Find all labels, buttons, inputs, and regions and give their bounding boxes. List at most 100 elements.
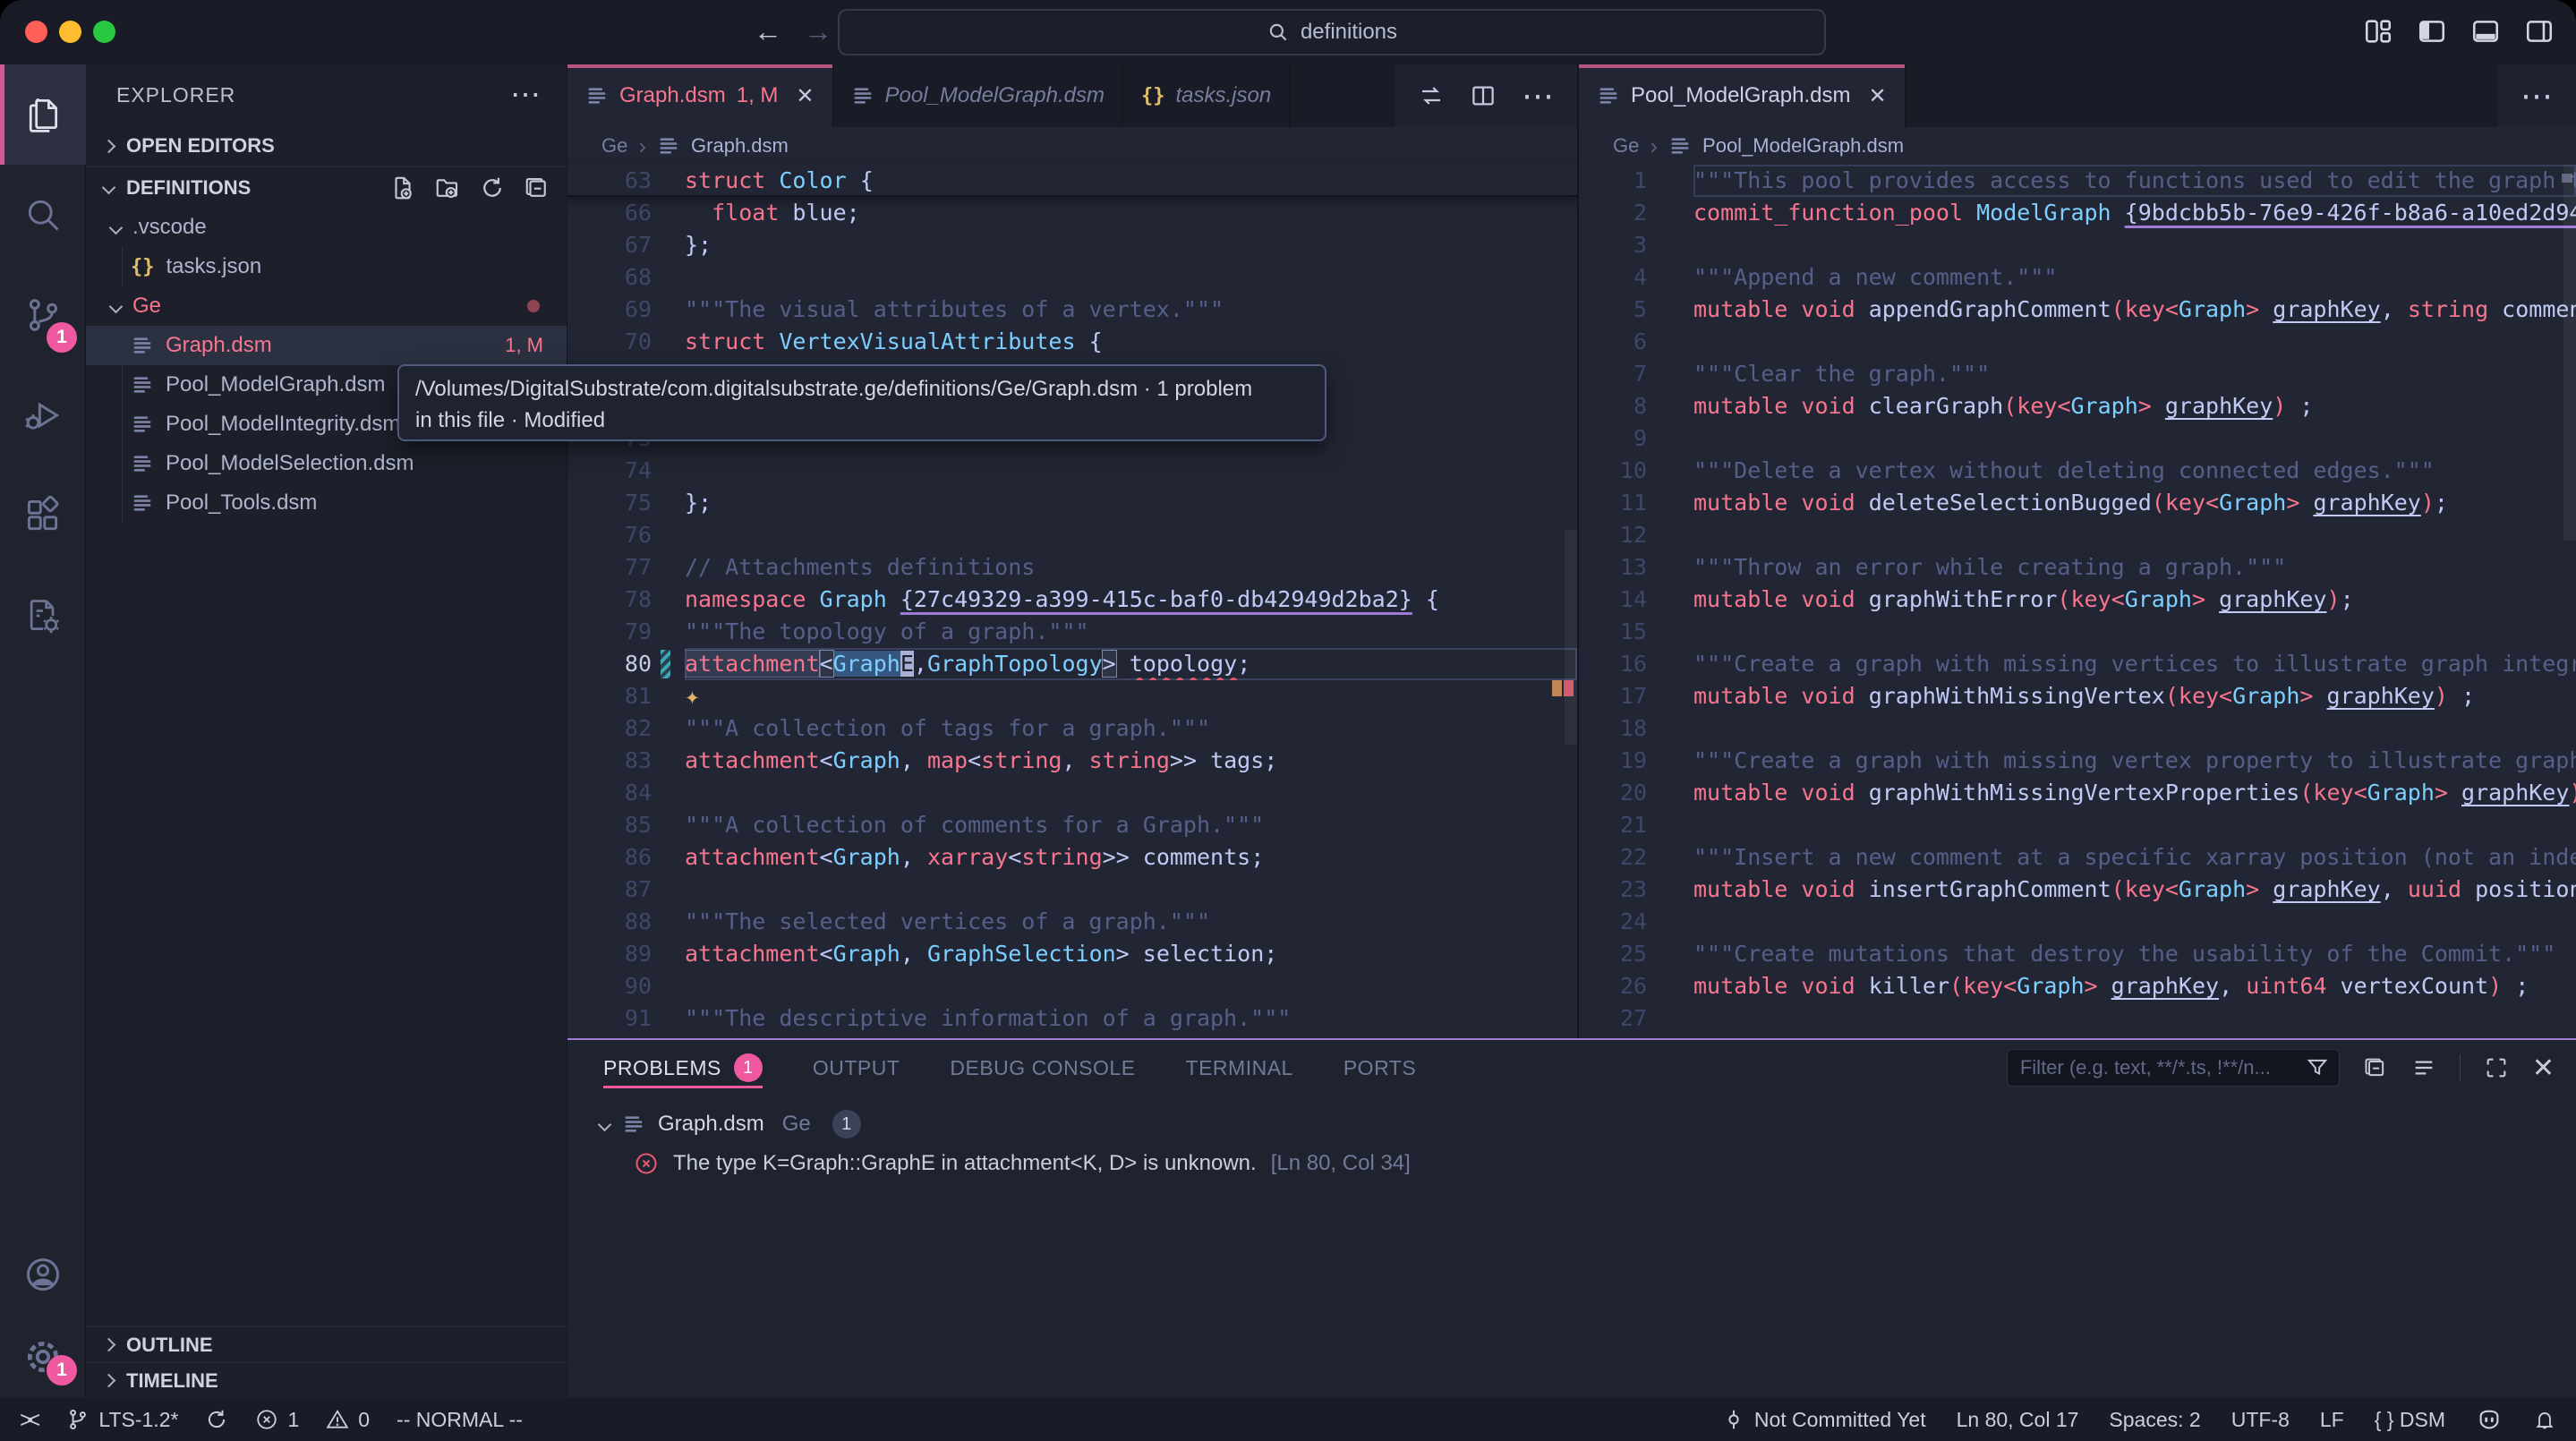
code-line-9[interactable]: 9 — [1579, 422, 2576, 455]
more-actions-icon[interactable]: ⋯ — [2521, 91, 2553, 100]
code-line-81[interactable]: 81✦ — [567, 680, 1577, 712]
code-line-87[interactable]: 87 — [567, 874, 1577, 906]
extensions-activity-icon[interactable] — [0, 465, 86, 566]
view-as-table-icon[interactable] — [2411, 1055, 2436, 1080]
code-line-66[interactable]: 66 float blue; — [567, 197, 1577, 229]
close-tab-icon[interactable]: ✕ — [1868, 83, 1886, 109]
breadcrumb-item-ge[interactable]: Ge — [1613, 134, 1639, 158]
code-line-77[interactable]: 77// Attachments definitions — [567, 551, 1577, 584]
sticky-scroll-line[interactable]: 63struct Color { — [567, 165, 1577, 197]
code-line-19[interactable]: 19"""Create a graph with missing vertex … — [1579, 745, 2576, 777]
explorer-more-actions-icon[interactable]: ⋯ — [510, 86, 542, 104]
status-remote-indicator[interactable]: >< — [20, 1406, 39, 1434]
tree-item-vscode[interactable]: .vscode — [86, 208, 567, 247]
tree-item-pool-modelselection-dsm[interactable]: Pool_ModelSelection.dsm — [86, 444, 567, 483]
collapse-all-icon[interactable] — [524, 175, 550, 201]
toggle-secondary-sidebar-icon[interactable] — [2524, 16, 2555, 47]
status-warning-count[interactable]: 0 — [326, 1408, 370, 1432]
close-tab-icon[interactable]: ✕ — [796, 83, 814, 109]
timeline-section[interactable]: TIMELINE — [86, 1362, 567, 1398]
code-line-68[interactable]: 68 — [567, 261, 1577, 294]
panel-tab-debug-console[interactable]: DEBUG CONSOLE — [950, 1040, 1135, 1096]
code-line-85[interactable]: 85"""A collection of comments for a Grap… — [567, 809, 1577, 841]
code-editor-pool-modelgraph-dsm[interactable]: 1"""This pool provides access to functio… — [1579, 165, 2576, 1038]
code-line-76[interactable]: 76 — [567, 519, 1577, 551]
macos-minimize-button[interactable] — [59, 21, 81, 43]
status-commit-status[interactable]: Not Committed Yet — [1722, 1408, 1926, 1432]
code-line-27[interactable]: 27 — [1579, 1002, 2576, 1035]
tab-tasks-json[interactable]: {}tasks.json — [1123, 64, 1290, 127]
code-line-25[interactable]: 25"""Create mutations that destroy the u… — [1579, 938, 2576, 970]
status-cursor-position[interactable]: Ln 80, Col 17 — [1957, 1408, 2079, 1432]
source-control-activity-icon[interactable]: 1 — [0, 265, 86, 365]
editor-scrollbar[interactable] — [2563, 165, 2576, 541]
tree-item-ge[interactable]: Ge — [86, 286, 567, 326]
code-line-26[interactable]: 26mutable void killer(key<Graph> graphKe… — [1579, 970, 2576, 1002]
breadcrumb-item-pool-modelgraph-dsm[interactable]: Pool_ModelGraph.dsm — [1702, 134, 1904, 158]
code-editor-graph-dsm[interactable]: 66 float blue;67};6869"""The visual attr… — [567, 197, 1577, 1038]
status-error-count[interactable]: 1 — [255, 1408, 299, 1432]
code-line-3[interactable]: 3 — [1579, 229, 2576, 261]
code-line-89[interactable]: 89attachment<Graph, GraphSelection> sele… — [567, 938, 1577, 970]
code-line-78[interactable]: 78namespace Graph {27c49329-a399-415c-ba… — [567, 584, 1577, 616]
new-folder-icon[interactable] — [434, 175, 461, 201]
breadcrumb[interactable]: Ge›Graph.dsm — [567, 127, 1577, 165]
dsm-tools-activity-icon[interactable] — [0, 566, 86, 666]
panel-tab-terminal[interactable]: TERMINAL — [1186, 1040, 1293, 1096]
code-line-16[interactable]: 16"""Create a graph with missing vertice… — [1579, 648, 2576, 680]
status-git-branch[interactable]: LTS-1.2* — [66, 1408, 178, 1432]
maximize-panel-icon[interactable] — [2484, 1055, 2509, 1080]
code-line-18[interactable]: 18 — [1579, 712, 2576, 745]
run-debug-activity-icon[interactable] — [0, 365, 86, 465]
code-line-17[interactable]: 17mutable void graphWithMissingVertex(ke… — [1579, 680, 2576, 712]
close-panel-icon[interactable]: ✕ — [2532, 1053, 2555, 1084]
status-copilot[interactable] — [2476, 1406, 2503, 1433]
code-line-75[interactable]: 75}; — [567, 487, 1577, 519]
status-notifications[interactable] — [2533, 1408, 2556, 1431]
code-line-10[interactable]: 10"""Delete a vertex without deleting co… — [1579, 455, 2576, 487]
search-activity-icon[interactable] — [0, 165, 86, 265]
code-line-21[interactable]: 21 — [1579, 809, 2576, 841]
status-sync-status[interactable] — [205, 1408, 228, 1431]
code-line-20[interactable]: 20mutable void graphWithMissingVertexPro… — [1579, 777, 2576, 809]
code-line-24[interactable]: 24 — [1579, 906, 2576, 938]
tab-graph-dsm[interactable]: Graph.dsm1, M✕ — [567, 64, 833, 127]
code-line-15[interactable]: 15 — [1579, 616, 2576, 648]
problems-filter-input[interactable] — [2007, 1049, 2340, 1087]
settings-activity-icon[interactable]: 1 — [0, 1316, 86, 1398]
editor-scrollbar[interactable] — [1565, 530, 1577, 745]
code-line-7[interactable]: 7"""Clear the graph.""" — [1579, 358, 2576, 390]
code-line-12[interactable]: 12 — [1579, 519, 2576, 551]
panel-tab-ports[interactable]: PORTS — [1343, 1040, 1416, 1096]
code-line-11[interactable]: 11mutable void deleteSelectionBugged(key… — [1579, 487, 2576, 519]
nav-forward-button[interactable]: → — [804, 13, 832, 49]
code-line-90[interactable]: 90 — [567, 970, 1577, 1002]
code-line-91[interactable]: 91"""The descriptive information of a gr… — [567, 1002, 1577, 1035]
tree-item-graph-dsm[interactable]: Graph.dsm1, M — [86, 326, 567, 365]
tree-item-tasks-json[interactable]: {}tasks.json — [86, 247, 567, 286]
toggle-panel-icon[interactable] — [2470, 16, 2501, 47]
code-line-83[interactable]: 83attachment<Graph, map<string, string>>… — [567, 745, 1577, 777]
code-line-82[interactable]: 82"""A collection of tags for a graph.""… — [567, 712, 1577, 745]
compare-editor-icon[interactable] — [1418, 82, 1445, 109]
code-line-23[interactable]: 23mutable void insertGraphComment(key<Gr… — [1579, 874, 2576, 906]
code-line-84[interactable]: 84 — [567, 777, 1577, 809]
code-line-4[interactable]: 4"""Append a new comment.""" — [1579, 261, 2576, 294]
code-line-5[interactable]: 5mutable void appendGraphComment(key<Gra… — [1579, 294, 2576, 326]
status-eol[interactable]: LF — [2320, 1408, 2344, 1432]
refresh-icon[interactable] — [479, 175, 506, 201]
code-line-74[interactable]: 74 — [567, 455, 1577, 487]
code-line-80[interactable]: 80attachment<GraphE,GraphTopology> topol… — [567, 648, 1577, 680]
command-center-search[interactable]: definitions — [838, 9, 1826, 55]
panel-tab-output[interactable]: OUTPUT — [813, 1040, 900, 1096]
code-line-79[interactable]: 79"""The topology of a graph.""" — [567, 616, 1577, 648]
breadcrumb[interactable]: Ge›Pool_ModelGraph.dsm — [1579, 127, 2576, 165]
tree-item-pool-tools-dsm[interactable]: Pool_Tools.dsm — [86, 483, 567, 523]
status-encoding[interactable]: UTF-8 — [2231, 1408, 2290, 1432]
code-line-1[interactable]: 1"""This pool provides access to functio… — [1579, 165, 2576, 197]
collapse-all-icon[interactable] — [2363, 1055, 2388, 1080]
code-line-22[interactable]: 22"""Insert a new comment at a specific … — [1579, 841, 2576, 874]
nav-back-button[interactable]: ← — [754, 13, 782, 49]
code-line-69[interactable]: 69"""The visual attributes of a vertex."… — [567, 294, 1577, 326]
tab-pool-modelgraph-dsm[interactable]: Pool_ModelGraph.dsm✕ — [1579, 64, 1906, 127]
